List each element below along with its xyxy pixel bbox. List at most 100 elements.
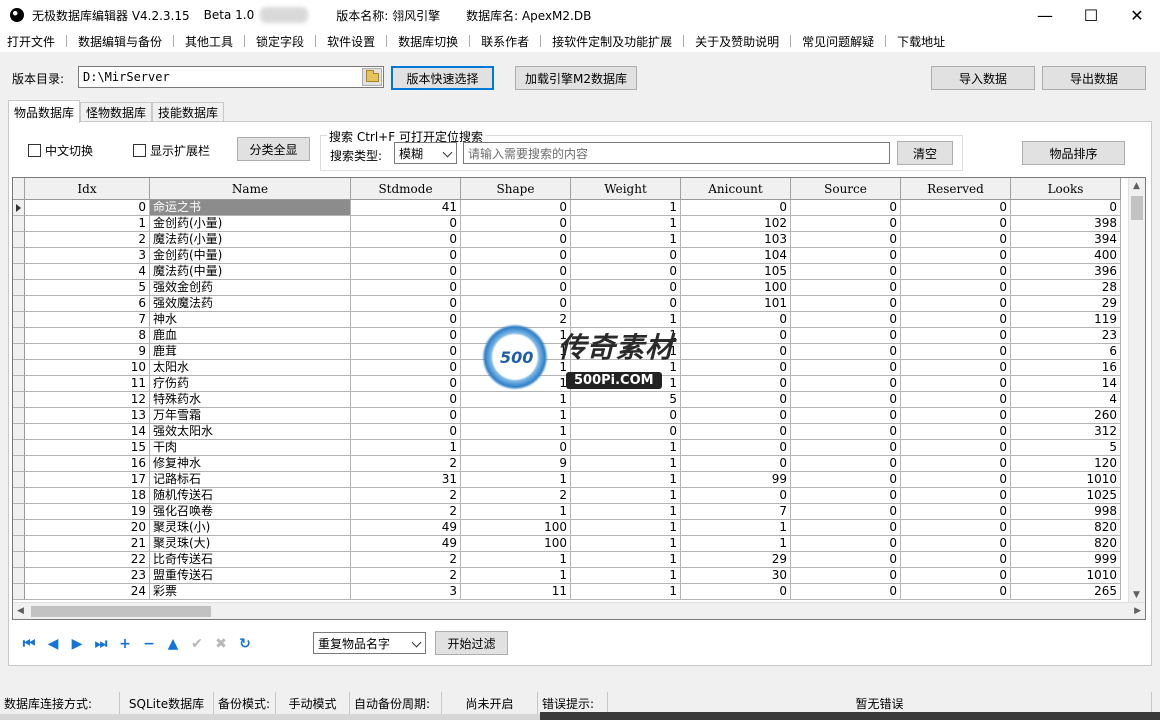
table-cell[interactable]: 0: [461, 216, 571, 232]
table-cell[interactable]: 15: [25, 440, 150, 456]
table-cell[interactable]: 神水: [150, 312, 351, 328]
table-cell[interactable]: 1: [571, 376, 681, 392]
table-cell[interactable]: 30: [681, 568, 791, 584]
row-indicator[interactable]: [13, 504, 25, 520]
table-cell[interactable]: 0: [681, 408, 791, 424]
table-cell[interactable]: 0: [461, 296, 571, 312]
table-cell[interactable]: 394: [1011, 232, 1121, 248]
table-cell[interactable]: 0: [791, 328, 901, 344]
row-indicator[interactable]: [13, 296, 25, 312]
table-cell[interactable]: 鹿血: [150, 328, 351, 344]
table-cell[interactable]: 特殊药水: [150, 392, 351, 408]
table-cell[interactable]: 101: [681, 296, 791, 312]
table-cell[interactable]: 2: [461, 488, 571, 504]
table-row[interactable]: 9 鹿茸 0 1 1 0 0 0 6: [13, 344, 1121, 360]
table-cell[interactable]: 0: [351, 280, 461, 296]
table-cell[interactable]: 0: [791, 520, 901, 536]
table-cell[interactable]: 0: [571, 296, 681, 312]
row-indicator[interactable]: [13, 424, 25, 440]
minimize-button[interactable]: —: [1022, 0, 1068, 30]
table-cell[interactable]: 3: [351, 584, 461, 600]
table-cell[interactable]: 0: [681, 440, 791, 456]
table-cell[interactable]: 0: [901, 520, 1011, 536]
table-cell[interactable]: 3: [25, 248, 150, 264]
table-cell[interactable]: 0: [901, 376, 1011, 392]
table-cell[interactable]: 金创药(小量): [150, 216, 351, 232]
table-cell[interactable]: 0: [351, 248, 461, 264]
table-row[interactable]: 5 强效金创药 0 0 0 100 0 0 28: [13, 280, 1121, 296]
table-cell[interactable]: 0: [791, 392, 901, 408]
duplicate-name-select[interactable]: 重复物品名字: [313, 632, 426, 654]
table-cell[interactable]: 400: [1011, 248, 1121, 264]
table-cell[interactable]: 0: [901, 568, 1011, 584]
tab-skills[interactable]: 技能数据库: [152, 102, 225, 122]
table-cell[interactable]: 12: [25, 392, 150, 408]
quick-select-button[interactable]: 版本快速选择: [391, 66, 494, 90]
column-header[interactable]: Source: [791, 178, 901, 200]
table-cell[interactable]: 1: [351, 440, 461, 456]
menu-item[interactable]: 常见问题解疑: [795, 30, 881, 52]
table-cell[interactable]: 14: [25, 424, 150, 440]
export-data-button[interactable]: 导出数据: [1042, 66, 1146, 90]
table-cell[interactable]: 0: [791, 456, 901, 472]
table-cell[interactable]: 太阳水: [150, 360, 351, 376]
cancel-icon[interactable]: ✖: [209, 633, 233, 655]
table-row[interactable]: 4 魔法药(中量) 0 0 0 105 0 0 396: [13, 264, 1121, 280]
table-row[interactable]: 7 神水 0 2 1 0 0 0 119: [13, 312, 1121, 328]
table-cell[interactable]: 998: [1011, 504, 1121, 520]
row-indicator[interactable]: [13, 472, 25, 488]
table-cell[interactable]: 记路标石: [150, 472, 351, 488]
maximize-button[interactable]: ☐: [1068, 0, 1114, 30]
table-cell[interactable]: 强效魔法药: [150, 296, 351, 312]
table-cell[interactable]: 0: [681, 328, 791, 344]
table-cell[interactable]: 聚灵珠(小): [150, 520, 351, 536]
table-cell[interactable]: 2: [351, 456, 461, 472]
table-cell[interactable]: 0: [461, 264, 571, 280]
table-cell[interactable]: 820: [1011, 520, 1121, 536]
table-cell[interactable]: 999: [1011, 552, 1121, 568]
table-cell[interactable]: 0: [901, 344, 1011, 360]
menu-item[interactable]: 下载地址: [890, 30, 952, 52]
table-cell[interactable]: 0: [791, 280, 901, 296]
table-cell[interactable]: 5: [1011, 440, 1121, 456]
table-cell[interactable]: 103: [681, 232, 791, 248]
table-cell[interactable]: 0: [901, 296, 1011, 312]
table-cell[interactable]: 0: [571, 424, 681, 440]
table-cell[interactable]: 修复神水: [150, 456, 351, 472]
table-cell[interactable]: 0: [791, 360, 901, 376]
row-indicator[interactable]: [13, 440, 25, 456]
table-cell[interactable]: 0: [901, 584, 1011, 600]
table-cell[interactable]: 1: [461, 504, 571, 520]
table-cell[interactable]: 0: [681, 456, 791, 472]
table-cell[interactable]: 820: [1011, 536, 1121, 552]
table-cell[interactable]: 疗伤药: [150, 376, 351, 392]
table-cell[interactable]: 0: [901, 424, 1011, 440]
table-cell[interactable]: 9: [25, 344, 150, 360]
column-header[interactable]: Idx: [25, 178, 150, 200]
delete-icon[interactable]: −: [137, 633, 161, 655]
table-cell[interactable]: 0: [681, 200, 791, 216]
table-cell[interactable]: 0: [901, 264, 1011, 280]
table-row[interactable]: 19 强化召唤卷 2 1 1 7 0 0 998: [13, 504, 1121, 520]
table-cell[interactable]: 17: [25, 472, 150, 488]
table-cell[interactable]: 0: [791, 376, 901, 392]
row-indicator[interactable]: [13, 568, 25, 584]
sort-items-button[interactable]: 物品排序: [1022, 141, 1125, 165]
start-filter-button[interactable]: 开始过滤: [435, 631, 508, 655]
table-cell[interactable]: 0: [461, 280, 571, 296]
table-row[interactable]: 21 聚灵珠(大) 49 100 1 1 0 0 820: [13, 536, 1121, 552]
first-icon[interactable]: ⏮: [17, 633, 41, 655]
column-header[interactable]: Weight: [571, 178, 681, 200]
row-indicator[interactable]: [13, 328, 25, 344]
table-cell[interactable]: 0: [791, 264, 901, 280]
table-cell[interactable]: 119: [1011, 312, 1121, 328]
table-cell[interactable]: 1: [571, 520, 681, 536]
row-indicator[interactable]: [13, 200, 25, 216]
table-cell[interactable]: 0: [351, 376, 461, 392]
table-cell[interactable]: 0: [791, 344, 901, 360]
table-row[interactable]: 17 记路标石 31 1 1 99 0 0 1010: [13, 472, 1121, 488]
row-indicator[interactable]: [13, 376, 25, 392]
table-cell[interactable]: 0: [901, 248, 1011, 264]
table-cell[interactable]: 0: [791, 216, 901, 232]
table-row[interactable]: 13 万年雪霜 0 1 0 0 0 0 260: [13, 408, 1121, 424]
